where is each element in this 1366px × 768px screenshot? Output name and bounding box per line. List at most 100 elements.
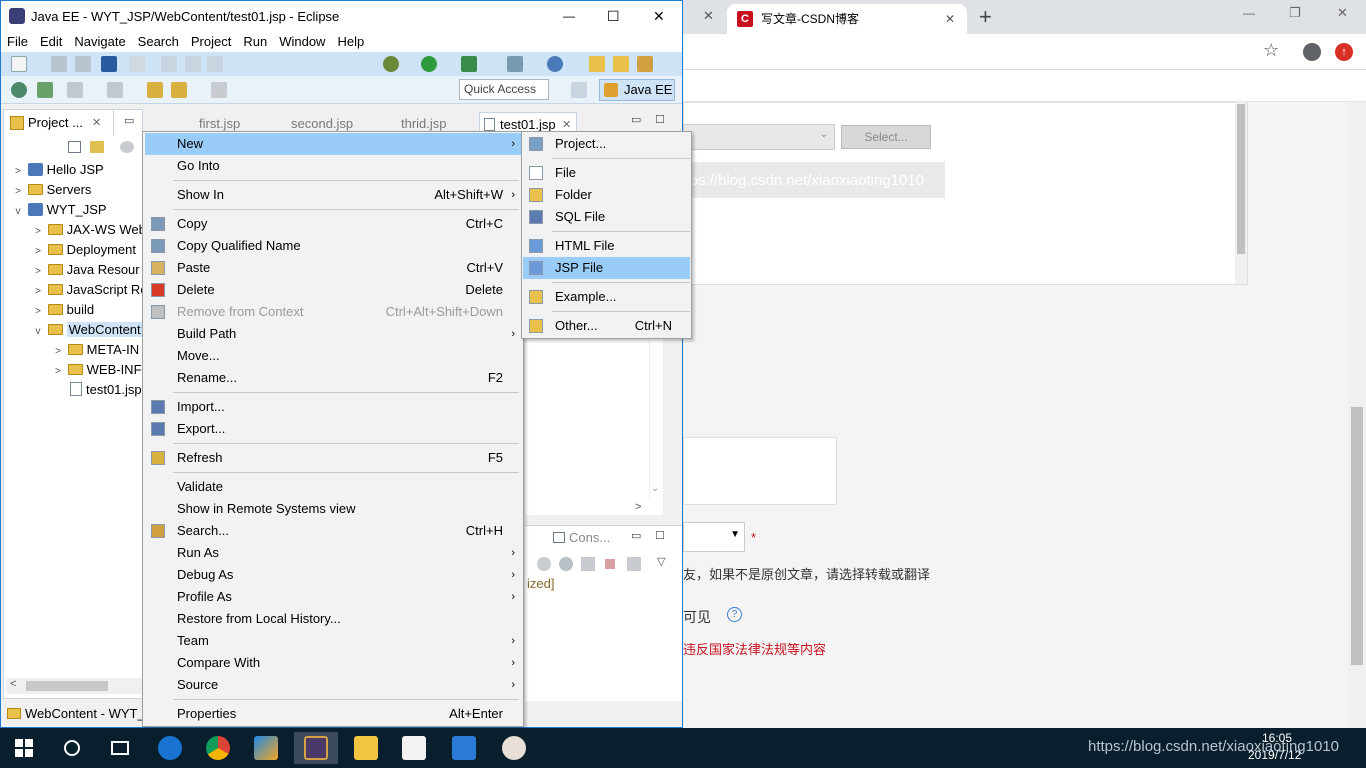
menu-item-refresh[interactable]: Refresh F5 (145, 447, 521, 469)
chevron-right-icon[interactable]: > (12, 162, 24, 180)
pen-icon[interactable] (637, 56, 653, 72)
scroll-right-icon[interactable]: > (635, 501, 641, 513)
menu-item-restore-from-local-history[interactable]: Restore from Local History... (145, 608, 521, 630)
console-maximize-icon[interactable]: ☐ (655, 529, 665, 542)
resume-icon[interactable] (161, 56, 177, 72)
category-dropdown[interactable]: ⌄ (683, 124, 835, 150)
menu-edit[interactable]: Edit (34, 32, 68, 52)
next-annotation-icon[interactable] (107, 82, 123, 98)
chevron-right-icon[interactable]: > (32, 222, 44, 240)
tree-item-hello-jsp[interactable]: > Hello JSP (4, 160, 142, 180)
save-icon[interactable] (51, 56, 67, 72)
refresh-icon[interactable] (37, 82, 53, 98)
console-display-icon[interactable] (627, 557, 641, 571)
menu-item-copy[interactable]: Copy Ctrl+C (145, 213, 521, 235)
menu-item-properties[interactable]: Properties Alt+Enter (145, 703, 521, 725)
taskbar-paint[interactable] (492, 732, 536, 764)
clock-date[interactable]: 2019/7/12 (1248, 748, 1301, 762)
browser-tab-close-icon[interactable]: ✕ (703, 8, 714, 24)
help-icon[interactable]: ? (727, 607, 742, 622)
tree-item-java-resources[interactable]: > Java Resour (4, 260, 142, 280)
console-disconnect-icon[interactable] (581, 557, 595, 571)
bookmark-star-icon[interactable]: ☆ (1263, 40, 1279, 61)
horizontal-scrollbar[interactable]: < (6, 678, 142, 694)
menu-item-export[interactable]: Export... (145, 418, 521, 440)
editor-maximize-icon[interactable]: ☐ (655, 113, 665, 126)
minimize-button[interactable]: — (563, 1, 575, 32)
menu-item-show-in-remote-systems-view[interactable]: Show in Remote Systems view (145, 498, 521, 520)
forward-icon[interactable] (211, 82, 227, 98)
menu-item-rename[interactable]: Rename... F2 (145, 367, 521, 389)
perspective-java-ee[interactable]: Java EE (599, 79, 675, 101)
console-pin-icon[interactable] (537, 557, 551, 571)
menu-item-search[interactable]: Search... Ctrl+H (145, 520, 521, 542)
menu-item-compare-with[interactable]: Compare With › (145, 652, 521, 674)
new-project[interactable]: Project... (523, 133, 690, 155)
tree-item-webcontent[interactable]: v WebContent (4, 320, 142, 340)
right-scrollbar[interactable] (1348, 102, 1366, 728)
view-minimize-icon[interactable]: ▭ (124, 114, 134, 127)
console-tab[interactable]: Cons... (553, 530, 610, 545)
quick-access-input[interactable]: Quick Access (459, 79, 549, 100)
right-scrollbar-thumb[interactable] (1351, 407, 1363, 665)
menu-item-debug-as[interactable]: Debug As › (145, 564, 521, 586)
new-file[interactable]: File (523, 162, 690, 184)
skip-breakpoints-icon[interactable] (129, 56, 145, 72)
browser-minimize-button[interactable]: — (1243, 6, 1255, 20)
menu-run[interactable]: Run (237, 32, 273, 52)
suspend-icon[interactable] (185, 56, 201, 72)
taskbar-wps[interactable] (442, 732, 486, 764)
last-edit-icon[interactable] (147, 82, 163, 98)
article-type-select[interactable]: ▼ (683, 522, 745, 552)
editor-area[interactable] (525, 339, 663, 515)
search-button[interactable] (50, 732, 94, 764)
chevron-right-icon[interactable]: > (52, 342, 64, 360)
terminate-icon[interactable] (207, 56, 223, 72)
task-view-button[interactable] (98, 732, 142, 764)
start-button[interactable] (2, 732, 46, 764)
taskbar-edge[interactable] (148, 732, 192, 764)
tree-item-wyt-jsp[interactable]: v WYT_JSP (4, 200, 142, 220)
terminal-icon[interactable] (101, 56, 117, 72)
close-button[interactable]: ✕ (653, 1, 665, 32)
browser-tab-csdn[interactable]: C 写文章-CSDN博客 ✕ (727, 4, 967, 34)
chevron-right-icon[interactable]: > (12, 182, 24, 200)
taskbar-eclipse[interactable] (294, 732, 338, 764)
scroll-left-icon[interactable]: < (10, 678, 16, 690)
chevron-right-icon[interactable]: > (32, 282, 44, 300)
save-all-icon[interactable] (75, 56, 91, 72)
horizontal-scrollbar-thumb[interactable] (26, 681, 108, 691)
tree-item-web-inf[interactable]: > WEB-INF (4, 360, 142, 380)
menu-item-validate[interactable]: Validate (145, 476, 521, 498)
new-tab-button[interactable]: + (979, 4, 992, 30)
menu-file[interactable]: File (1, 32, 34, 52)
tab-close-icon[interactable]: ✕ (92, 110, 101, 136)
new-example[interactable]: Example... (523, 286, 690, 308)
update-alert-icon[interactable]: ↑ (1335, 43, 1353, 61)
tree-item-javascript[interactable]: > JavaScript Re (4, 280, 142, 300)
maximize-button[interactable]: ☐ (607, 1, 620, 32)
menu-project[interactable]: Project (185, 32, 237, 52)
new-other[interactable]: Other... Ctrl+N (523, 315, 690, 337)
profile-avatar-icon[interactable] (1303, 43, 1321, 61)
select-button[interactable]: Select... (841, 125, 931, 149)
open-type-icon[interactable] (547, 56, 563, 72)
menu-item-team[interactable]: Team › (145, 630, 521, 652)
menu-item-go-into[interactable]: Go Into (145, 155, 521, 177)
chevron-right-icon[interactable]: > (52, 362, 64, 380)
back-icon[interactable] (171, 82, 187, 98)
console-stop-icon[interactable] (605, 559, 615, 569)
tree-item-test01-jsp[interactable]: test01.jsp (4, 380, 142, 400)
console-view-menu-icon[interactable]: ▽ (657, 555, 665, 568)
open-task-icon[interactable] (613, 56, 629, 72)
menu-help[interactable]: Help (331, 32, 370, 52)
menu-item-source[interactable]: Source › (145, 674, 521, 696)
collapse-all-icon[interactable] (68, 141, 81, 153)
tree-item-jax-ws[interactable]: > JAX-WS Web (4, 220, 142, 240)
menu-item-new[interactable]: New › (145, 133, 521, 155)
menu-item-show-in[interactable]: Show In Alt+Shift+W › (145, 184, 521, 206)
browser-maximize-button[interactable]: ❐ (1289, 5, 1301, 21)
new-folder[interactable]: Folder (523, 184, 690, 206)
editor-vscroll[interactable]: ⌄ (649, 339, 661, 499)
view-menu-icon[interactable] (120, 141, 134, 153)
